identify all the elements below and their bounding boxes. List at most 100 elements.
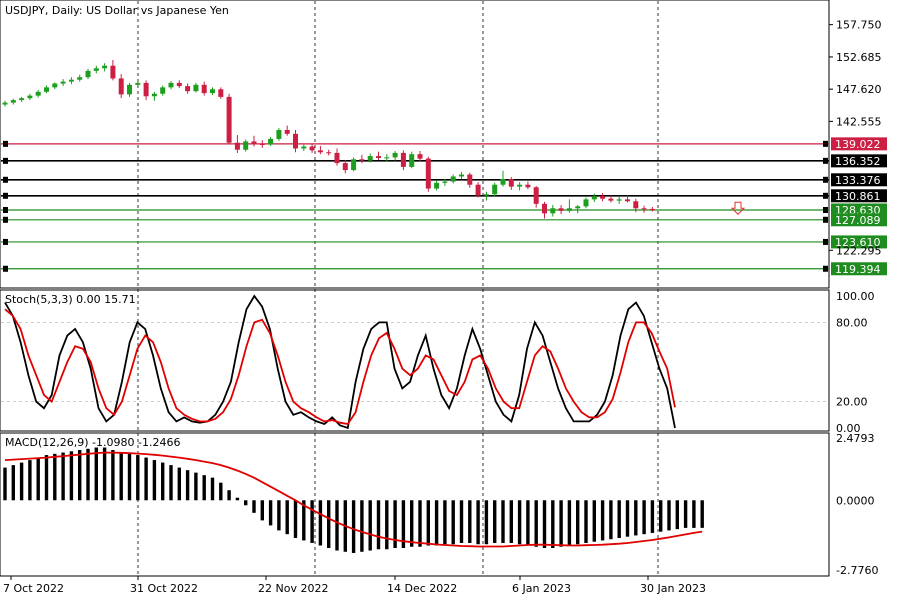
candle-bull xyxy=(392,152,398,158)
macd-histogram-bar xyxy=(468,500,472,543)
macd-indicator xyxy=(3,447,704,554)
macd-histogram-bar xyxy=(244,500,248,506)
level-price-label: 119.394 xyxy=(835,263,881,276)
macd-histogram-bar xyxy=(443,500,447,545)
macd-histogram-bar xyxy=(659,500,663,532)
candle-bear xyxy=(600,196,606,199)
macd-histogram-bar xyxy=(385,500,389,550)
candle-bull xyxy=(268,138,274,145)
candle-bull xyxy=(483,194,489,196)
candle-bull xyxy=(127,84,132,95)
macd-histogram-bar xyxy=(683,500,688,528)
candle-bull xyxy=(550,208,556,214)
candle-bear xyxy=(417,154,423,159)
candle-bear xyxy=(234,142,240,150)
macd-histogram-bar xyxy=(592,500,596,542)
macd-histogram-bar xyxy=(376,500,381,550)
candle-bull xyxy=(409,154,415,167)
level-price-label: 133.376 xyxy=(835,174,881,187)
macd-histogram-bar xyxy=(28,460,32,501)
level-handle-left xyxy=(3,176,8,183)
candle-bear xyxy=(508,179,514,187)
candle-bear xyxy=(542,203,547,214)
candle-bull xyxy=(500,179,506,185)
candle-bull xyxy=(384,157,390,159)
candle-bear xyxy=(251,141,257,144)
macd-histogram-bar xyxy=(327,500,331,548)
candle-bull xyxy=(85,70,91,78)
price-axes: 139.022136.352133.376130.861128.630127.0… xyxy=(829,19,887,577)
candle-bull xyxy=(193,84,199,92)
macd-histogram-bar xyxy=(44,455,49,501)
macd-histogram-bar xyxy=(277,500,281,531)
level-handle-left xyxy=(3,157,8,164)
macd-histogram-bar xyxy=(53,453,57,501)
price-tick-label: 147.620 xyxy=(836,83,882,96)
macd-histogram-bar xyxy=(650,500,655,533)
candle-bull xyxy=(442,181,448,183)
candle-bull xyxy=(450,176,456,182)
candle-bear xyxy=(400,152,406,167)
macd-histogram-bar xyxy=(219,482,223,501)
level-handle-right xyxy=(823,206,828,213)
candle-bear xyxy=(218,89,224,97)
macd-histogram-bar xyxy=(642,500,646,535)
candle-bear xyxy=(176,82,182,87)
macd-histogram-bar xyxy=(227,490,231,501)
macd-histogram-bar xyxy=(534,500,538,547)
candle-bear xyxy=(467,174,473,185)
macd-histogram-bar xyxy=(119,452,123,501)
macd-histogram-bar xyxy=(576,500,580,545)
candle-bull xyxy=(77,77,83,80)
candle-bear xyxy=(533,187,539,204)
trading-chart[interactable]: 139.022136.352133.376130.861128.630127.0… xyxy=(0,0,900,600)
candle-bull xyxy=(210,89,215,94)
candle-bear xyxy=(525,184,531,188)
candle-bear xyxy=(558,208,564,211)
macd-histogram-bar xyxy=(318,500,323,546)
level-handle-right xyxy=(823,140,828,147)
candle-bear xyxy=(185,86,191,92)
level-handle-left xyxy=(3,238,8,245)
candle-bear xyxy=(110,65,116,79)
level-handle-right xyxy=(823,176,828,183)
down-arrow-icon xyxy=(730,201,746,215)
macd-histogram-bar xyxy=(584,500,588,543)
stoch-tick-label: 20.00 xyxy=(836,396,868,409)
macd-histogram-bar xyxy=(551,500,555,548)
candle-bull xyxy=(60,81,66,84)
candle-bear xyxy=(334,152,340,164)
candle-bear xyxy=(226,96,232,143)
candle-bull xyxy=(52,83,58,88)
macd-histogram-bar xyxy=(335,500,339,551)
stoch-signal-line xyxy=(4,308,676,425)
stoch-pane-frame xyxy=(0,289,830,432)
macd-histogram-bar xyxy=(517,500,522,545)
macd-histogram-bar xyxy=(509,500,513,543)
time-axis: 7 Oct 2022 31 Oct 2022 22 Nov 2022 14 Dec 2… xyxy=(3,576,706,595)
macd-histogram-bar xyxy=(61,452,65,501)
macd-histogram-bar xyxy=(152,460,157,501)
candle-bull xyxy=(351,159,357,171)
stoch-tick-label: 80.00 xyxy=(836,316,868,329)
macd-histogram-bar xyxy=(185,470,190,501)
candle-bear xyxy=(118,78,124,95)
candle-bull xyxy=(19,98,25,101)
macd-histogram-bar xyxy=(86,448,90,501)
macd-histogram-bar xyxy=(111,450,115,501)
candle-bull xyxy=(591,196,597,200)
macd-histogram-bar xyxy=(434,500,439,546)
level-handle-right xyxy=(823,265,828,272)
macd-histogram-bar xyxy=(567,500,572,546)
macd-histogram-bar xyxy=(625,500,630,537)
macd-histogram-bar xyxy=(351,500,356,554)
candle-bear xyxy=(475,184,481,196)
level-handle-left xyxy=(3,192,8,199)
candle-bear xyxy=(143,82,149,97)
level-handle-right xyxy=(823,192,828,199)
candle-bear xyxy=(608,198,614,201)
macd-pane-frame xyxy=(0,432,830,577)
level-handle-right xyxy=(823,216,828,223)
macd-histogram-bar xyxy=(127,453,132,501)
candle-bull xyxy=(2,102,8,105)
